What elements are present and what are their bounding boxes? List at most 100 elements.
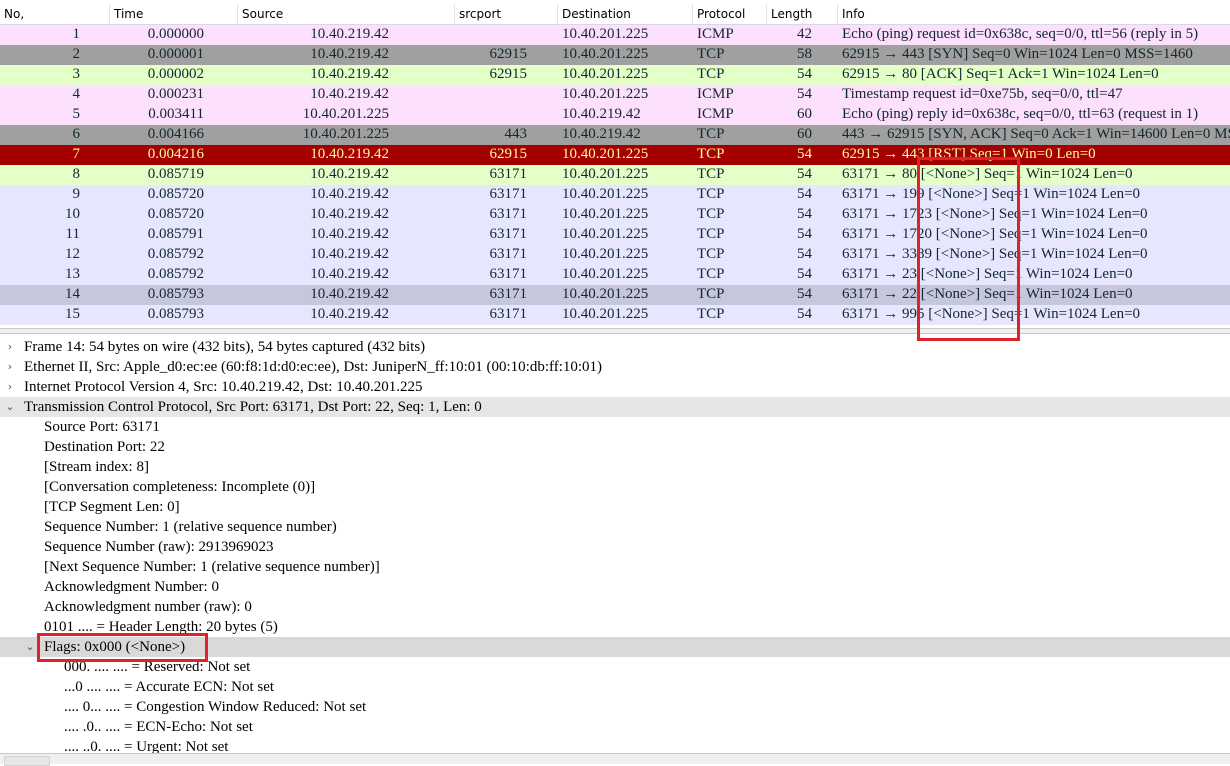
packet-number: 3 — [72, 66, 81, 82]
tree-item[interactable]: [Stream index: 8] — [0, 457, 1230, 477]
tree-item[interactable]: .... 0... .... = Congestion Window Reduc… — [0, 697, 1230, 717]
tree-item-label: Ethernet II, Src: Apple_d0:ec:ee (60:f8:… — [24, 359, 603, 375]
packet-length: 54 — [797, 266, 812, 282]
tree-item[interactable]: Sequence Number: 1 (relative sequence nu… — [0, 517, 1230, 537]
column-header-no[interactable]: No, — [0, 4, 110, 24]
packet-row[interactable]: 4 0.000231 10.40.219.42 10.40.201.225 ICMP 54… — [0, 85, 1230, 105]
packet-row[interactable]: 11 0.085791 10.40.219.42 63171 10.40.201.225… — [0, 225, 1230, 245]
packet-destination: 10.40.201.225 — [562, 226, 649, 242]
column-header-srcport[interactable]: srcport — [455, 4, 558, 24]
packet-time: 0.000002 — [147, 66, 204, 82]
tree-item-label: [TCP Segment Len: 0] — [44, 499, 180, 515]
packet-row[interactable]: 2 0.000001 10.40.219.42 62915 10.40.201.225 T… — [0, 45, 1230, 65]
tree-item[interactable]: [Conversation completeness: Incomplete (… — [0, 477, 1230, 497]
packet-info: 62915 → 443 [RST] Seq=1 Win=0 Len=0 — [842, 146, 1096, 162]
bytes-pane-tab[interactable] — [4, 756, 50, 766]
packet-row[interactable]: 3 0.000002 10.40.219.42 62915 10.40.201.225 T… — [0, 65, 1230, 85]
tree-item[interactable]: › Frame 14: 54 bytes on wire (432 bits), … — [0, 337, 1230, 357]
packet-info: 63171 → 199 [<None>] Seq=1 Win=1024 Len=… — [842, 186, 1141, 202]
packet-row[interactable]: 12 0.085792 10.40.219.42 63171 10.40.201.225… — [0, 245, 1230, 265]
packet-protocol: TCP — [697, 246, 725, 262]
tree-item[interactable]: Sequence Number (raw): 2913969023 — [0, 537, 1230, 557]
tree-item-label: Sequence Number (raw): 2913969023 — [44, 539, 274, 555]
expand-chevron-icon[interactable]: › — [3, 357, 17, 377]
tree-item[interactable]: 0101 .... = Header Length: 20 bytes (5) — [0, 617, 1230, 637]
packet-protocol: TCP — [697, 146, 725, 162]
packet-srcport: 63171 — [489, 206, 528, 222]
column-header-destination[interactable]: Destination — [558, 4, 693, 24]
packet-length: 54 — [797, 246, 812, 262]
tree-item-label: [Stream index: 8] — [44, 459, 149, 475]
packet-source: 10.40.219.42 — [310, 66, 389, 82]
tree-item[interactable]: .... .0.. .... = ECN-Echo: Not set — [0, 717, 1230, 737]
packet-srcport: 63171 — [489, 226, 528, 242]
packet-destination: 10.40.201.225 — [562, 66, 649, 82]
packet-row[interactable]: 5 0.003411 10.40.201.225 10.40.219.42 ICMP 60… — [0, 105, 1230, 125]
packet-source: 10.40.219.42 — [310, 186, 389, 202]
column-header-source[interactable]: Source — [238, 4, 455, 24]
tree-item[interactable]: Destination Port: 22 — [0, 437, 1230, 457]
packet-list-header: No, Time Source srcport Destination Prot… — [0, 4, 1230, 25]
tree-item[interactable]: Acknowledgment Number: 0 — [0, 577, 1230, 597]
packet-length: 60 — [797, 126, 812, 142]
packet-number: 1 — [72, 26, 81, 42]
packet-destination: 10.40.201.225 — [562, 266, 649, 282]
packet-number: 7 — [72, 146, 81, 162]
packet-info: 63171 → 1720 [<None>] Seq=1 Win=1024 Len… — [842, 226, 1148, 242]
column-header-length[interactable]: Length — [767, 4, 838, 24]
packet-destination: 10.40.201.225 — [562, 166, 649, 182]
packet-row[interactable]: 7 0.004216 10.40.219.42 62915 10.40.201.225 T… — [0, 145, 1230, 165]
packet-number: 9 — [72, 186, 81, 202]
packet-row[interactable]: 14 0.085793 10.40.219.42 63171 10.40.201.225… — [0, 285, 1230, 305]
packet-srcport: 63171 — [489, 186, 528, 202]
packet-length: 54 — [797, 206, 812, 222]
tree-item[interactable]: ⌄ Transmission Control Protocol, Src Port… — [0, 397, 1230, 417]
packet-source: 10.40.219.42 — [310, 146, 389, 162]
tree-item[interactable]: › Internet Protocol Version 4, Src: 10.40… — [0, 377, 1230, 397]
column-header-protocol[interactable]: Protocol — [693, 4, 767, 24]
packet-time: 0.000000 — [147, 26, 204, 42]
column-header-time[interactable]: Time — [110, 4, 238, 24]
tree-item[interactable]: [TCP Segment Len: 0] — [0, 497, 1230, 517]
collapse-chevron-icon[interactable]: ⌄ — [3, 397, 17, 417]
packet-time: 0.004216 — [147, 146, 204, 162]
tree-item[interactable]: 000. .... .... = Reserved: Not set — [0, 657, 1230, 677]
tree-item[interactable]: ⌄ Flags: 0x000 (<None>) — [0, 637, 1230, 657]
packet-number: 14 — [65, 286, 80, 302]
tree-item[interactable]: Source Port: 63171 — [0, 417, 1230, 437]
packet-number: 4 — [72, 86, 81, 102]
packet-row[interactable]: 10 0.085720 10.40.219.42 63171 10.40.201.225… — [0, 205, 1230, 225]
pane-splitter[interactable] — [0, 328, 1230, 334]
packet-row[interactable]: 8 0.085719 10.40.219.42 63171 10.40.201.225 T… — [0, 165, 1230, 185]
packet-info: 63171 → 22 [<None>] Seq=1 Win=1024 Len=0 — [842, 286, 1133, 302]
tree-item[interactable]: ...0 .... .... = Accurate ECN: Not set — [0, 677, 1230, 697]
tree-item[interactable]: › Ethernet II, Src: Apple_d0:ec:ee (60:f8… — [0, 357, 1230, 377]
expand-chevron-icon[interactable]: › — [3, 377, 17, 397]
packet-list: No, Time Source srcport Destination Prot… — [0, 0, 1230, 328]
tree-item[interactable]: Acknowledgment number (raw): 0 — [0, 597, 1230, 617]
packet-info: Echo (ping) reply id=0x638c, seq=0/0, tt… — [842, 106, 1199, 122]
packet-length: 54 — [797, 306, 812, 322]
packet-info: 62915 → 443 [SYN] Seq=0 Win=1024 Len=0 M… — [842, 46, 1193, 62]
packet-time: 0.085791 — [147, 226, 204, 242]
packet-srcport: 62915 — [489, 146, 528, 162]
tree-item-label: Internet Protocol Version 4, Src: 10.40.… — [24, 379, 423, 395]
packet-length: 54 — [797, 146, 812, 162]
collapse-chevron-icon[interactable]: ⌄ — [23, 637, 37, 657]
packet-row[interactable]: 6 0.004166 10.40.201.225 443 10.40.219.42 TCP… — [0, 125, 1230, 145]
tree-item-label: .... .0.. .... = ECN-Echo: Not set — [64, 719, 253, 735]
tree-item[interactable]: [Next Sequence Number: 1 (relative seque… — [0, 557, 1230, 577]
packet-info: 63171 → 3389 [<None>] Seq=1 Win=1024 Len… — [842, 246, 1148, 262]
packet-number: 10 — [65, 206, 80, 222]
packet-row[interactable]: 9 0.085720 10.40.219.42 63171 10.40.201.225 T… — [0, 185, 1230, 205]
packet-row[interactable]: 15 0.085793 10.40.219.42 63171 10.40.201.225… — [0, 305, 1230, 325]
packet-row[interactable]: 13 0.085792 10.40.219.42 63171 10.40.201.225… — [0, 265, 1230, 285]
packet-source: 10.40.201.225 — [302, 106, 389, 122]
packet-protocol: ICMP — [697, 86, 734, 102]
packet-protocol: TCP — [697, 286, 725, 302]
packet-row[interactable]: 1 0.000000 10.40.219.42 10.40.201.225 ICMP 42… — [0, 25, 1230, 45]
column-header-info[interactable]: Info — [838, 4, 1230, 24]
expand-chevron-icon[interactable]: › — [3, 337, 17, 357]
tree-item[interactable]: .... ..0. .... = Urgent: Not set — [0, 737, 1230, 753]
packet-destination: 10.40.201.225 — [562, 206, 649, 222]
